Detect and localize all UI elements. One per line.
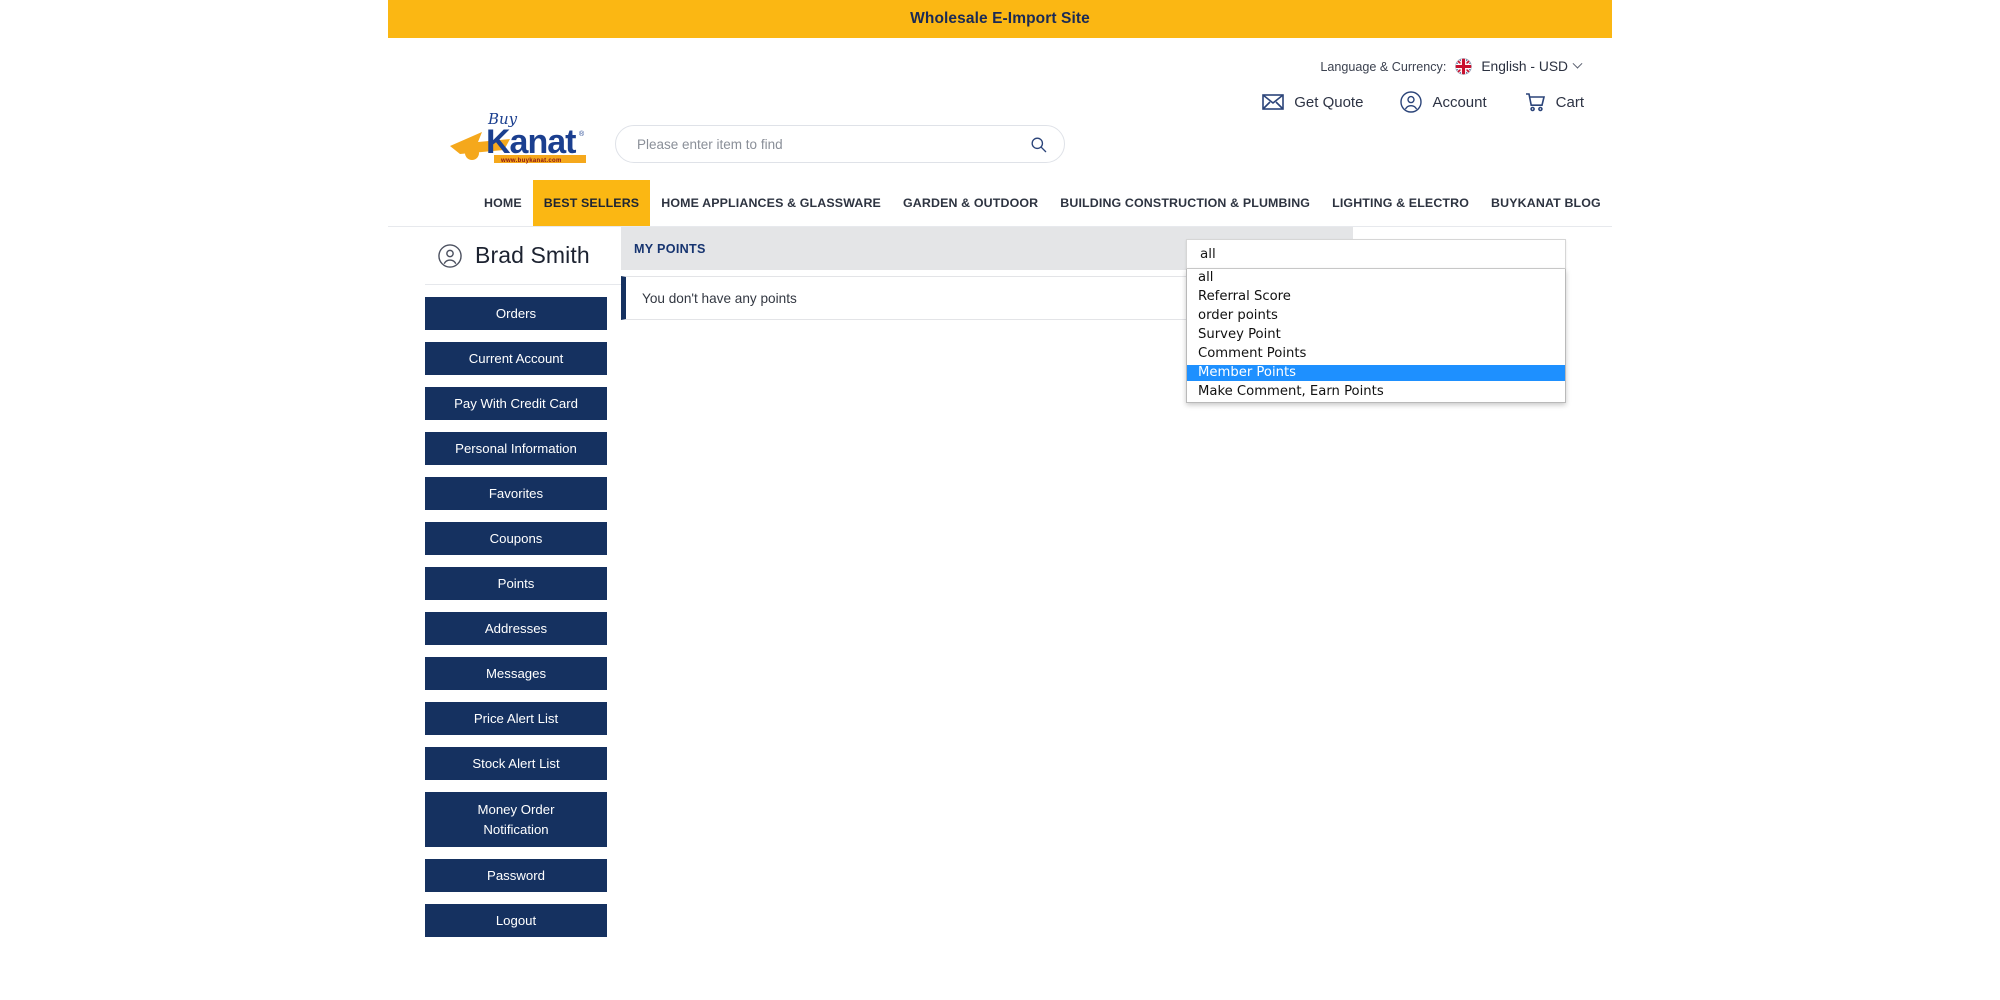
svg-text:www.buykanat.com: www.buykanat.com: [500, 158, 562, 164]
top-promo-banner-text: Wholesale E-Import Site: [910, 10, 1090, 27]
cart-icon: [1525, 93, 1545, 112]
account-label: Account: [1432, 93, 1487, 111]
account-button[interactable]: Account: [1399, 90, 1487, 114]
page-root: Wholesale E-Import Site Buy Kanat ® www.…: [0, 0, 2000, 1000]
search-box[interactable]: [615, 125, 1065, 163]
nav-item-garden-outdoor[interactable]: GARDEN & OUTDOOR: [892, 180, 1049, 226]
sidebar-item-current-account[interactable]: Current Account: [425, 342, 607, 375]
svg-text:®: ®: [579, 130, 585, 138]
language-currency-selector[interactable]: Language & Currency: English - USD: [1320, 58, 1583, 75]
user-circle-icon: [438, 243, 462, 268]
cart-button[interactable]: Cart: [1523, 90, 1584, 114]
sidebar-item-password[interactable]: Password: [425, 859, 607, 892]
envelope-icon: [1262, 94, 1285, 110]
language-currency-value[interactable]: English - USD: [1481, 58, 1583, 74]
sidebar-item-stock-alert-list[interactable]: Stock Alert List: [425, 747, 607, 780]
sidebar-item-orders[interactable]: Orders: [425, 297, 607, 330]
user-circle-icon: [1400, 91, 1423, 113]
nav-item-building-construction-plumbing[interactable]: BUILDING CONSTRUCTION & PLUMBING: [1049, 180, 1321, 226]
site-header: Buy Kanat ® www.buykanat.com Language & …: [388, 38, 1612, 180]
search-icon[interactable]: [1029, 135, 1048, 154]
uk-flag-icon: [1455, 58, 1473, 75]
points-type-select[interactable]: all: [1186, 239, 1566, 269]
points-type-option-order-points[interactable]: order points: [1187, 308, 1565, 324]
search-input[interactable]: [635, 135, 1029, 153]
account-sidebar: Brad Smith Orders Current Account Pay Wi…: [425, 227, 647, 949]
sidebar-item-pay-with-credit-card[interactable]: Pay With Credit Card: [425, 387, 607, 420]
sidebar-item-money-order-line2: Notification: [483, 821, 549, 837]
points-type-option-survey-point[interactable]: Survey Point: [1187, 327, 1565, 343]
sidebar-item-money-order-notification[interactable]: Money Order Notification: [425, 792, 607, 847]
sidebar-item-logout[interactable]: Logout: [425, 904, 607, 937]
sidebar-item-favorites[interactable]: Favorites: [425, 477, 607, 510]
points-type-option-make-comment-earn-points[interactable]: Make Comment, Earn Points: [1187, 384, 1565, 400]
nav-item-home-appliances-glassware[interactable]: HOME APPLIANCES & GLASSWARE: [650, 180, 892, 226]
sidebar-item-price-alert-list[interactable]: Price Alert List: [425, 702, 607, 735]
nav-item-lighting-electro[interactable]: LIGHTING & ELECTRO: [1321, 180, 1480, 226]
language-currency-text: English - USD: [1481, 59, 1568, 74]
sidebar-item-money-order-line1: Money Order: [477, 802, 555, 818]
chevron-down-icon: [1572, 58, 1583, 69]
header-actions: Get Quote Account Cart: [1261, 90, 1584, 114]
points-type-selected-value: all: [1200, 246, 1216, 262]
points-type-option-all[interactable]: all: [1187, 270, 1565, 286]
nav-item-buykanat-blog[interactable]: BUYKANAT BLOG: [1480, 180, 1612, 226]
sidebar-item-addresses[interactable]: Addresses: [425, 612, 607, 645]
page-title: MY POINTS: [634, 241, 706, 256]
main-navigation: HOME BEST SELLERS HOME APPLIANCES & GLAS…: [388, 180, 1612, 227]
top-promo-banner: Wholesale E-Import Site: [388, 0, 1612, 38]
sidebar-menu: Orders Current Account Pay With Credit C…: [425, 297, 647, 937]
sidebar-user-name: Brad Smith: [475, 242, 590, 268]
nav-item-best-sellers[interactable]: BEST SELLERS: [532, 180, 651, 226]
get-quote-button[interactable]: Get Quote: [1261, 90, 1363, 114]
points-empty-message: You don't have any points: [642, 290, 797, 306]
get-quote-label: Get Quote: [1294, 93, 1364, 111]
site-logo[interactable]: Buy Kanat ® www.buykanat.com: [448, 106, 608, 164]
sidebar-item-personal-information[interactable]: Personal Information: [425, 432, 607, 465]
points-type-option-referral-score[interactable]: Referral Score: [1187, 289, 1565, 305]
language-currency-label: Language & Currency:: [1320, 59, 1447, 74]
nav-item-home[interactable]: HOME: [473, 180, 533, 226]
cart-label: Cart: [1555, 93, 1584, 111]
points-type-option-list[interactable]: all Referral Score order points Survey P…: [1186, 269, 1566, 403]
points-type-filter[interactable]: all all Referral Score order points Surv…: [1186, 239, 1566, 403]
points-type-option-comment-points[interactable]: Comment Points: [1187, 346, 1565, 362]
sidebar-item-points[interactable]: Points: [425, 567, 607, 600]
sidebar-item-messages[interactable]: Messages: [425, 657, 607, 690]
points-type-option-member-points[interactable]: Member Points: [1187, 365, 1565, 381]
sidebar-item-coupons[interactable]: Coupons: [425, 522, 607, 555]
sidebar-user: Brad Smith: [425, 227, 647, 285]
